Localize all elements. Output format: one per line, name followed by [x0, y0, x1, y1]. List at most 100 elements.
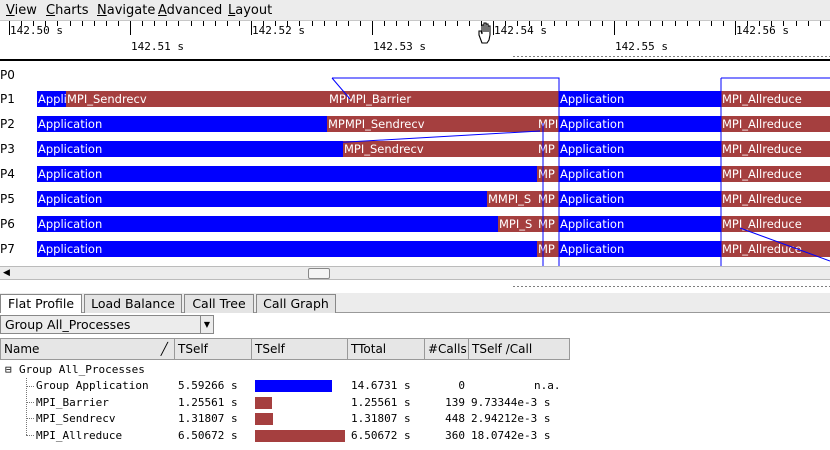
row-ttotal: 1.31807 s	[351, 412, 411, 425]
menu-navigate[interactable]: Navigate	[97, 2, 155, 19]
menu-advanced[interactable]: Advanced	[158, 2, 222, 19]
ruler-minor-tick	[336, 21, 337, 26]
row-name: MPI_Sendrecv	[36, 412, 116, 425]
ruler-minor-tick	[626, 21, 627, 26]
menu-layout[interactable]: Layout	[228, 2, 272, 19]
ruler-minor-tick	[360, 21, 361, 26]
chevron-down-icon[interactable]: ▼	[200, 316, 213, 333]
ruler-minor-tick	[687, 21, 688, 26]
row-calls: 0	[458, 379, 465, 392]
ruler-minor-tick	[166, 21, 167, 26]
table-row[interactable]: MPI_Allreduce 6.50672 s 6.50672 s 360 18…	[0, 428, 830, 444]
tree-root-row[interactable]: ⊟ Group All_Processes	[0, 362, 830, 378]
message-line	[739, 227, 830, 262]
row-tself: 1.25561 s	[178, 396, 238, 409]
ruler-label: 142.55 s	[615, 40, 668, 53]
sort-indicator-icon: ╱	[160, 342, 168, 356]
ruler-minor-tick	[191, 21, 192, 26]
scroll-left-arrow-icon[interactable]: ◀	[0, 267, 13, 279]
column-header-ttotal[interactable]: TTotal	[348, 338, 425, 360]
row-tself-per-call: 2.94212e-3 s	[471, 412, 551, 425]
menu-bar: View Charts Navigate Advanced Layout	[0, 0, 830, 21]
ruler-minor-tick	[203, 21, 204, 26]
ruler-minor-tick	[408, 21, 409, 26]
row-ttotal: 1.25561 s	[351, 396, 411, 409]
tab-load-balance[interactable]: Load Balance	[84, 294, 182, 313]
row-calls: 360	[445, 429, 465, 442]
ruler-minor-tick	[239, 21, 240, 26]
tab-bar: Flat Profile Load Balance Call Tree Call…	[0, 293, 830, 314]
column-header-tself-bar[interactable]: TSelf	[252, 338, 348, 360]
row-tself-per-call: n.a.	[534, 379, 561, 392]
row-calls: 139	[445, 396, 465, 409]
menu-view[interactable]: View	[6, 2, 37, 19]
ruler-minor-tick	[324, 21, 325, 26]
column-header-tself[interactable]: TSelf	[175, 338, 252, 360]
message-line	[331, 77, 351, 100]
ruler-minor-tick	[445, 21, 446, 26]
ruler-label: 142.54 s	[494, 24, 547, 37]
ruler-minor-tick	[808, 21, 809, 26]
ruler-minor-tick	[796, 21, 797, 26]
tab-call-graph[interactable]: Call Graph	[256, 294, 336, 313]
tself-bar	[255, 413, 273, 425]
timeline-chart[interactable]: P0 P1 P2 P3 P4 P5 P6 P7 Appli MPI_Sendre…	[0, 63, 830, 266]
row-tself: 1.31807 s	[178, 412, 238, 425]
ruler-minor-tick	[396, 21, 397, 26]
row-ttotal: 6.50672 s	[351, 429, 411, 442]
ruler-major-tick	[614, 21, 615, 35]
ruler-minor-tick	[348, 21, 349, 26]
tree-root-label: Group All_Processes	[19, 363, 145, 376]
row-tself-per-call: 9.73344e-3 s	[471, 396, 551, 409]
column-header-name[interactable]: Name ╱	[0, 338, 175, 360]
timeline-scrollbar[interactable]: ◀	[0, 266, 830, 280]
ruler-minor-tick	[554, 21, 555, 26]
ruler-minor-tick	[662, 21, 663, 26]
ruler-minor-tick	[602, 21, 603, 26]
tab-flat-profile[interactable]: Flat Profile	[0, 294, 82, 314]
tself-bar	[255, 397, 272, 409]
ruler-minor-tick	[70, 21, 71, 26]
tree-expander-icon[interactable]: ⊟	[5, 362, 12, 378]
row-tself: 5.59266 s	[178, 379, 238, 392]
row-tself-per-call: 18.0742e-3 s	[471, 429, 551, 442]
table-row[interactable]: Group Application 5.59266 s 14.6731 s 0 …	[0, 378, 830, 394]
ruler-label: 142.50 s	[10, 24, 63, 37]
ruler-minor-tick	[227, 21, 228, 26]
message-line	[329, 130, 541, 144]
ruler-minor-tick	[566, 21, 567, 26]
group-select[interactable]: Group All_Processes ▼	[0, 315, 214, 334]
ruler-minor-tick	[94, 21, 95, 26]
ruler-label: 142.52 s	[252, 24, 305, 37]
table-row[interactable]: MPI_Sendrecv 1.31807 s 1.31807 s 448 2.9…	[0, 411, 830, 427]
tab-call-tree[interactable]: Call Tree	[184, 294, 254, 313]
column-header-tself-per-call[interactable]: TSelf /Call	[469, 338, 570, 360]
ruler-minor-tick	[723, 21, 724, 26]
ruler-minor-tick	[699, 21, 700, 26]
group-select-value: Group All_Processes	[5, 317, 131, 332]
ruler-minor-tick	[142, 21, 143, 26]
ruler-minor-tick	[154, 21, 155, 26]
panel-splitter[interactable]	[0, 281, 830, 293]
message-line	[332, 77, 560, 266]
row-calls: 448	[445, 412, 465, 425]
time-ruler[interactable]: 142.50 s 142.52 s 142.54 s 142.56 s 142.…	[0, 21, 830, 61]
tself-bar	[255, 380, 332, 392]
ruler-minor-tick	[578, 21, 579, 26]
ruler-label: 142.56 s	[736, 24, 789, 37]
column-header-calls[interactable]: #Calls	[425, 338, 469, 360]
ruler-label: 142.51 s	[131, 40, 184, 53]
menu-charts[interactable]: Charts	[46, 2, 89, 19]
scrollbar-thumb[interactable]	[308, 268, 330, 279]
table-row[interactable]: MPI_Barrier 1.25561 s 1.25561 s 139 9.73…	[0, 395, 830, 411]
ruler-minor-tick	[82, 21, 83, 26]
row-name: MPI_Allreduce	[36, 429, 123, 442]
ruler-minor-tick	[650, 21, 651, 26]
ruler-minor-tick	[420, 21, 421, 26]
ruler-minor-tick	[118, 21, 119, 26]
message-lines	[329, 77, 830, 266]
ruler-minor-tick	[457, 21, 458, 26]
ruler-label: 142.53 s	[373, 40, 426, 53]
flat-profile-table: Name ╱ TSelf TSelf TTotal #Calls TSelf /C…	[0, 338, 830, 450]
ruler-minor-tick	[469, 21, 470, 26]
